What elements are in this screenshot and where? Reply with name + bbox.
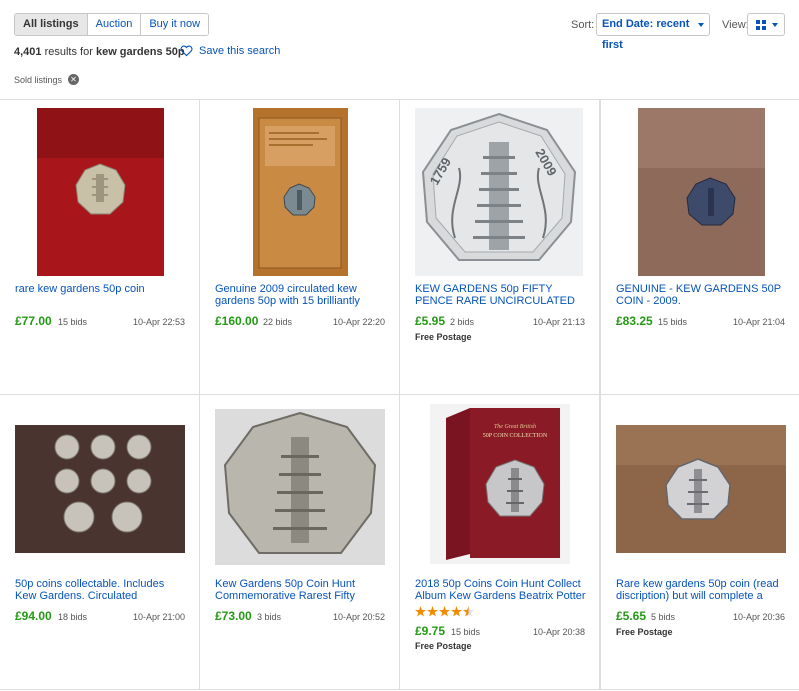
listing-end-date: 10-Apr 21:04 [732, 317, 785, 327]
sort-value: End Date: recent first [602, 18, 690, 51]
listing-price: £5.65 [616, 609, 647, 623]
listing-title[interactable]: KEW GARDENS 50p FIFTY PENCE RARE UNCIRCU… [415, 283, 587, 307]
listing-card: 1759 2009 KEW GARDENS 50p FIFTY PENCE RA… [400, 100, 600, 395]
listing-postage: Free Postage [415, 641, 472, 651]
tab-auction[interactable]: Auction [86, 14, 141, 35]
listing-card: rare kew gardens 50p coin £77.00 15 bids… [0, 100, 200, 395]
star-icon [439, 606, 450, 617]
listing-end-date: 10-Apr 21:00 [132, 612, 185, 622]
save-search-label: Save this search [199, 45, 281, 57]
listing-price: £83.25 [616, 314, 653, 328]
view-label: View: [722, 19, 749, 31]
album-title: 50P COIN COLLECTION [483, 433, 548, 439]
sort-label: Sort: [571, 19, 595, 31]
listing-end-date: 10-Apr 20:38 [532, 627, 585, 637]
listing-price: £73.00 [215, 609, 252, 623]
listing-end-date: 10-Apr 21:13 [532, 317, 585, 327]
results-query: kew gardens 50p [95, 46, 185, 58]
listing-title[interactable]: 2018 50p Coins Coin Hunt Collect Album K… [415, 578, 587, 602]
listing-price: £9.75 [415, 624, 446, 638]
listing-price: £160.00 [215, 314, 259, 328]
grid-view-icon [756, 20, 766, 30]
listing-image[interactable]: The Great British 50P COIN COLLECTION [430, 404, 570, 564]
listing-bids: 5 bids [651, 612, 676, 622]
listing-bids: 15 bids [451, 627, 481, 637]
star-icon [427, 606, 438, 617]
tab-buy-it-now[interactable]: Buy it now [140, 14, 209, 35]
listing-bids: 22 bids [263, 317, 293, 327]
listing-postage: Free Postage [616, 627, 673, 637]
listing-price: £5.95 [415, 314, 446, 328]
listing-end-date: 10-Apr 22:20 [332, 317, 385, 327]
listing-image[interactable] [15, 425, 185, 553]
listing-image[interactable]: 1759 2009 [415, 108, 583, 276]
listing-card: Genuine 2009 circulated kew gardens 50p … [200, 100, 400, 395]
save-search-link[interactable]: Save this search [180, 45, 280, 57]
listing-bids: 3 bids [257, 612, 282, 622]
listing-card: GENUINE - KEW GARDENS 50P COIN - 2009. £… [600, 100, 799, 395]
star-icon [415, 606, 426, 617]
listing-card: The Great British 50P COIN COLLECTION 20… [400, 395, 600, 690]
listing-bids: 15 bids [658, 317, 688, 327]
chevron-down-icon [698, 23, 704, 27]
close-icon[interactable]: ✕ [68, 74, 80, 85]
listing-type-tabs: All listings Auction Buy it now [14, 13, 210, 36]
listing-image[interactable] [638, 108, 765, 276]
listing-image[interactable] [215, 409, 385, 565]
listing-bids: 15 bids [58, 317, 88, 327]
album-header: The Great British [494, 424, 536, 430]
sold-listings-label: Sold listings [14, 74, 63, 85]
listing-image[interactable] [37, 108, 164, 276]
sold-listings-filter: Sold listings ✕ [14, 74, 80, 85]
listing-grid: rare kew gardens 50p coin £77.00 15 bids… [0, 100, 799, 691]
rating-stars [415, 606, 475, 617]
listing-title[interactable]: Rare kew gardens 50p coin (read discript… [616, 578, 788, 602]
listing-end-date: 10-Apr 20:36 [732, 612, 785, 622]
listing-image[interactable] [616, 425, 786, 553]
listing-card: 50p coins collectable. Includes Kew Gard… [0, 395, 200, 690]
star-icon [451, 606, 462, 617]
sort-dropdown[interactable]: End Date: recent first [596, 13, 710, 51]
listing-price: £77.00 [15, 314, 52, 328]
results-toolbar: All listings Auction Buy it now Sort: En… [0, 0, 799, 100]
listing-end-date: 10-Apr 20:52 [332, 612, 385, 622]
results-text: results for [44, 46, 93, 58]
listing-postage: Free Postage [415, 332, 472, 342]
results-number: 4,401 [14, 46, 42, 58]
half-star-icon [463, 606, 474, 617]
heart-icon [180, 45, 193, 57]
listing-title[interactable]: rare kew gardens 50p coin [15, 283, 187, 295]
listing-title[interactable]: GENUINE - KEW GARDENS 50P COIN - 2009. [616, 283, 788, 307]
listing-image[interactable] [253, 108, 348, 276]
listing-price: £94.00 [15, 609, 52, 623]
listing-bids: 2 bids [450, 317, 475, 327]
listing-card: Rare kew gardens 50p coin (read discript… [600, 395, 799, 690]
results-count: 4,401 results for kew gardens 50p [14, 46, 185, 58]
view-dropdown[interactable] [747, 13, 785, 36]
listing-title[interactable]: Kew Gardens 50p Coin Hunt Commemorative … [215, 578, 387, 602]
listing-bids: 18 bids [58, 612, 88, 622]
listing-title[interactable]: Genuine 2009 circulated kew gardens 50p … [215, 283, 387, 307]
listing-end-date: 10-Apr 22:53 [132, 317, 185, 327]
listing-card: Kew Gardens 50p Coin Hunt Commemorative … [200, 395, 400, 690]
chevron-down-icon [772, 23, 778, 27]
listing-title[interactable]: 50p coins collectable. Includes Kew Gard… [15, 578, 187, 602]
tab-all-listings[interactable]: All listings [15, 14, 87, 35]
